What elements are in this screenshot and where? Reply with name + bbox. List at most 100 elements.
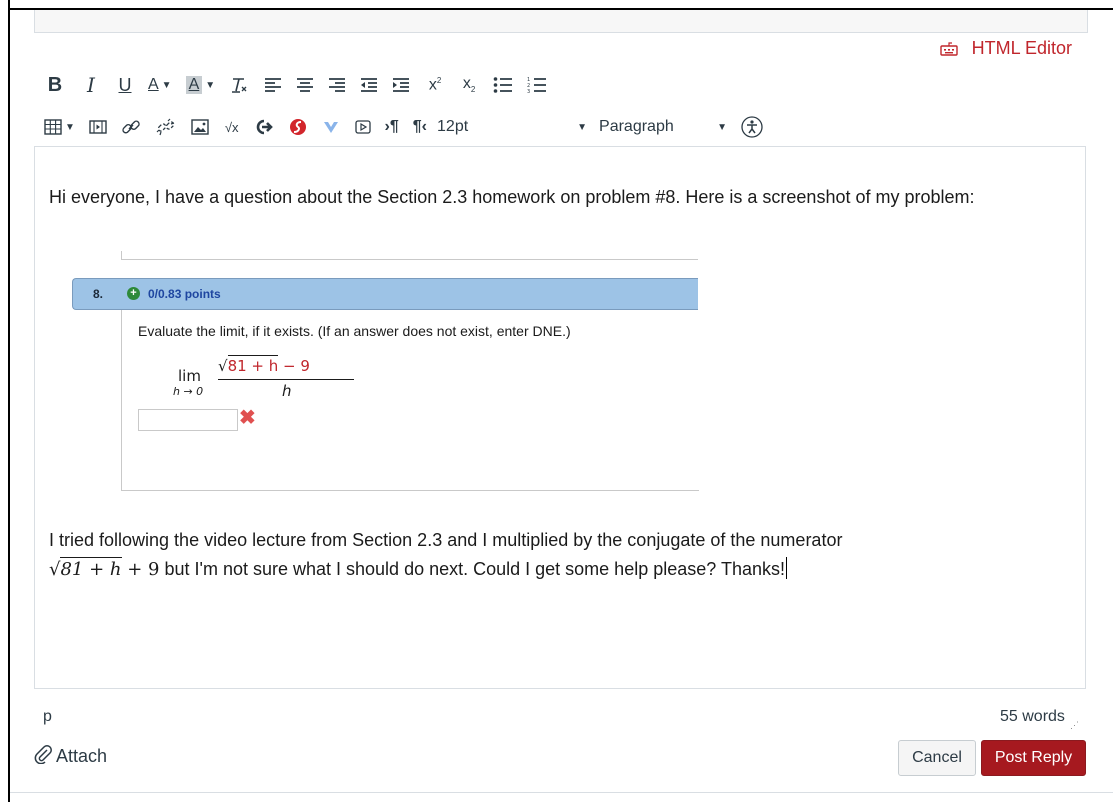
italic-icon: I <box>87 73 95 97</box>
clear-formatting-button[interactable] <box>229 72 249 98</box>
align-right-button[interactable] <box>327 72 347 98</box>
bulleted-list-icon <box>493 76 513 94</box>
table-icon <box>44 119 62 135</box>
bold-icon: B <box>47 73 63 96</box>
outdent-icon <box>360 77 378 93</box>
svg-text:3: 3 <box>527 89 530 94</box>
subscript-icon: x2 <box>462 75 476 95</box>
flash-tool-button[interactable] <box>289 114 307 140</box>
indent-icon <box>392 77 410 93</box>
equation-button[interactable]: √x <box>225 114 239 140</box>
embedded-screenshot: 8. + 0/0.83 points Evaluate the limit, i… <box>72 251 699 495</box>
chevron-down-icon: ▼ <box>205 79 216 91</box>
unlink-button[interactable] <box>155 114 177 140</box>
numerator-tail: − 9 <box>278 357 310 375</box>
cancel-button[interactable]: Cancel <box>898 740 976 776</box>
indent-button[interactable] <box>391 72 411 98</box>
align-center-button[interactable] <box>295 72 315 98</box>
italic-button[interactable]: I <box>80 72 102 98</box>
media-icon <box>89 120 107 134</box>
incorrect-x-icon: ✖ <box>239 407 256 429</box>
numbered-list-button[interactable]: 123 <box>527 72 547 98</box>
align-right-icon <box>328 77 346 93</box>
font-size-select[interactable]: 12pt ▼ <box>437 114 587 140</box>
fraction-bar <box>218 379 354 380</box>
conjugate-radicand: 81 + h <box>60 557 122 580</box>
subscript-button[interactable]: x2 <box>459 72 479 98</box>
bulleted-list-button[interactable] <box>493 72 513 98</box>
link-icon <box>121 117 141 137</box>
align-center-icon <box>296 77 314 93</box>
outdent-button[interactable] <box>359 72 379 98</box>
element-path: p <box>43 708 52 725</box>
accessibility-checker-button[interactable] <box>741 114 763 140</box>
chevron-down-icon: ▼ <box>65 121 75 133</box>
block-format-value: Paragraph <box>599 118 674 135</box>
editor-paragraph-2: I tried following the video lecture from… <box>49 526 1049 584</box>
superscript-icon: x2 <box>428 75 442 94</box>
chevron-down-icon: ▼ <box>717 121 728 133</box>
lim-subscript: h → 0 <box>173 385 204 398</box>
unlink-icon <box>155 117 177 137</box>
word-count: 55 words <box>1000 708 1065 725</box>
media-button[interactable] <box>89 114 107 140</box>
block-format-select[interactable]: Paragraph ▼ <box>599 114 727 140</box>
ltr-button[interactable]: ›¶ <box>385 114 399 140</box>
text-cursor <box>785 557 788 579</box>
window-left-border <box>8 0 10 802</box>
conjugate-expression: √81 + h + 9 <box>49 557 160 580</box>
link-button[interactable] <box>121 114 141 140</box>
chevron-down-icon: ▼ <box>577 121 588 133</box>
plus-circle-icon: + <box>127 287 140 300</box>
paragraph-rtl-icon: ¶‹ <box>412 118 428 135</box>
video-button[interactable] <box>354 114 371 140</box>
formatting-toolbar-row-2: ▼ √x ›¶ ¶‹ 12pt ▼ Paragraph ▼ <box>44 114 763 140</box>
flash-icon <box>289 118 307 136</box>
play-box-icon <box>354 120 371 134</box>
bold-button[interactable]: B <box>44 72 66 98</box>
limit-expression: lim h → 0 √81 + h − 9 h <box>173 355 358 407</box>
problem-number: 8. <box>93 287 104 301</box>
vimeo-button[interactable] <box>323 114 339 140</box>
align-left-button[interactable] <box>263 72 283 98</box>
fraction-denominator: h <box>282 382 292 400</box>
image-button[interactable] <box>191 114 209 140</box>
numerator-radicand: 81 + h <box>227 355 279 375</box>
keyboard-icon <box>939 41 958 56</box>
fraction-numerator: √81 + h − 9 <box>218 355 310 375</box>
chevron-down-icon: ▼ <box>161 79 172 91</box>
text-color-icon: A <box>148 76 159 93</box>
attach-button[interactable]: Attach <box>34 744 107 769</box>
rtl-button[interactable]: ¶‹ <box>413 114 427 140</box>
text-color-button[interactable]: A ▼ <box>148 72 172 98</box>
font-size-value: 12pt <box>437 118 469 135</box>
superscript-button[interactable]: x2 <box>425 72 445 98</box>
resize-handle-icon[interactable]: ⋰ <box>1070 720 1079 731</box>
paperclip-icon <box>34 744 52 769</box>
v-logo-icon <box>323 120 339 134</box>
underline-button[interactable]: U <box>114 72 136 98</box>
attach-label: Attach <box>56 746 108 766</box>
post-reply-button[interactable]: Post Reply <box>981 740 1086 776</box>
table-button[interactable]: ▼ <box>44 114 75 140</box>
editor-paragraph-1: Hi everyone, I have a question about the… <box>49 187 975 207</box>
rich-text-editor[interactable]: Hi everyone, I have a question about the… <box>34 146 1086 689</box>
conjugate-tail: + 9 <box>121 559 160 580</box>
html-editor-label: HTML Editor <box>971 38 1072 58</box>
bottom-divider <box>10 792 1113 793</box>
screenshot-edge <box>121 259 698 260</box>
embed-button[interactable] <box>255 114 273 140</box>
background-color-button[interactable]: A ▼ <box>185 72 216 98</box>
problem-question: Evaluate the limit, if it exists. (If an… <box>138 323 571 339</box>
accessibility-icon <box>741 116 763 138</box>
arrow-right-circle-icon <box>255 119 273 135</box>
numbered-list-icon: 123 <box>527 76 547 94</box>
problem-header: 8. + 0/0.83 points <box>72 278 698 310</box>
problem-points: 0/0.83 points <box>148 287 221 301</box>
image-icon <box>191 119 209 135</box>
underline-icon: U <box>118 74 132 95</box>
clear-formatting-icon <box>230 76 248 94</box>
background-color-icon: A <box>185 76 203 94</box>
html-editor-link[interactable]: HTML Editor <box>939 38 1072 59</box>
lim-label: lim <box>178 367 201 385</box>
